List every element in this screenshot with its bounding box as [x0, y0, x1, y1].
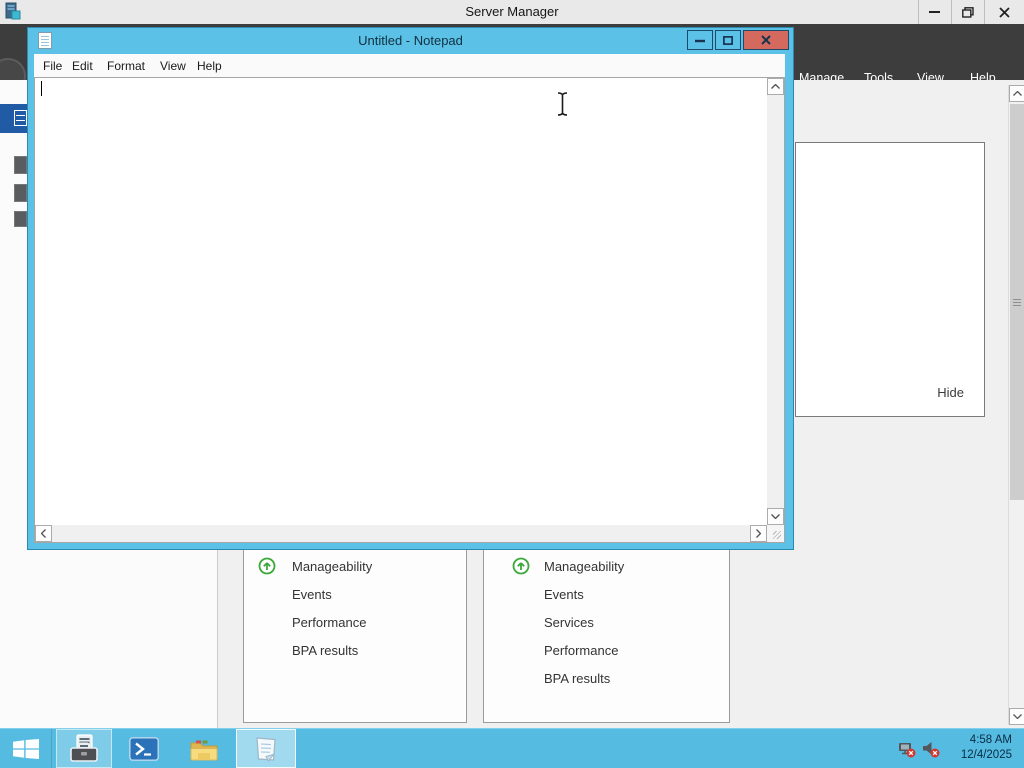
powershell-icon [129, 736, 159, 761]
scrollbar-thumb[interactable] [1010, 104, 1024, 500]
desktop: Server Manager Manage Tools View Help Ma… [0, 0, 1024, 768]
hide-link[interactable]: Hide [937, 385, 964, 400]
resize-grip[interactable] [767, 525, 784, 542]
tile1-row-manageability[interactable]: Manageability [292, 557, 372, 575]
scroll-right-icon[interactable] [750, 525, 767, 542]
notepad-vertical-scrollbar[interactable] [767, 78, 784, 525]
notepad-menu-help[interactable]: Help [197, 59, 222, 73]
notification-flyout: Hide [795, 142, 985, 417]
scroll-up-icon[interactable] [1009, 85, 1024, 102]
notepad-menu-file[interactable]: File [43, 59, 62, 73]
tile1-row-bpa-results[interactable]: BPA results [292, 641, 358, 659]
tile2-row-bpa-results[interactable]: BPA results [544, 669, 610, 687]
tray-clock[interactable]: 4:58 AM 12/4/2025 [932, 733, 1012, 763]
notepad-window-title: Untitled - Notepad [358, 33, 463, 48]
server-manager-titlebar: Server Manager [0, 0, 1024, 24]
taskbar-powershell-button[interactable] [116, 729, 172, 768]
taskbar: 4:58 AM 12/4/2025 [0, 728, 1024, 768]
notepad-window: Untitled - Notepad File Edit Format View… [28, 28, 793, 549]
notepad-close-button[interactable] [743, 30, 789, 50]
scroll-down-icon[interactable] [767, 508, 784, 525]
notepad-client-area: File Edit Format View Help [34, 54, 785, 543]
taskbar-server-manager-button[interactable] [56, 729, 112, 768]
taskbar-file-explorer-button[interactable] [176, 729, 232, 768]
sidebar-item-file-storage[interactable] [14, 211, 27, 227]
notepad-maximize-button[interactable] [715, 30, 741, 50]
tile2-row-services[interactable]: Services [544, 613, 594, 631]
tile2-row-performance[interactable]: Performance [544, 641, 618, 659]
tile2-row-events[interactable]: Events [544, 585, 584, 603]
notepad-menubar: File Edit Format View Help [34, 54, 785, 77]
file-explorer-icon [190, 740, 218, 760]
scroll-left-icon[interactable] [35, 525, 52, 542]
server-manager-window-title: Server Manager [465, 4, 559, 19]
windows-logo-icon [12, 738, 39, 759]
server-manager-app-icon [3, 2, 22, 22]
sm-close-button[interactable] [984, 0, 1024, 24]
ibeam-cursor [556, 92, 569, 116]
notepad-menu-view[interactable]: View [160, 59, 186, 73]
notepad-menu-format[interactable]: Format [107, 59, 145, 73]
tile1-row-events[interactable]: Events [292, 585, 332, 603]
sidebar-item-local-server[interactable] [14, 156, 27, 174]
sm-minimize-button[interactable] [918, 0, 950, 24]
notepad-minimize-button[interactable] [687, 30, 713, 50]
scroll-up-icon[interactable] [767, 78, 784, 95]
start-button[interactable] [0, 729, 52, 768]
content-vertical-scrollbar[interactable] [1008, 85, 1024, 725]
tray-time: 4:58 AM [969, 734, 1012, 746]
notepad-horizontal-scrollbar[interactable] [35, 525, 767, 542]
notepad-editor [34, 77, 785, 543]
tray-date: 12/4/2025 [960, 749, 1012, 761]
scroll-down-icon[interactable] [1009, 708, 1024, 725]
notepad-menu-edit[interactable]: Edit [72, 59, 93, 73]
text-caret [41, 81, 42, 96]
network-status-icon[interactable] [898, 740, 916, 758]
sidebar-item-all-servers[interactable] [14, 184, 27, 202]
tile2-row-manageability[interactable]: Manageability [544, 557, 624, 575]
notepad-text-area[interactable] [35, 78, 767, 525]
status-up-arrow-icon [258, 557, 276, 575]
tile1-row-performance[interactable]: Performance [292, 613, 366, 631]
taskbar-notepad-button[interactable] [236, 729, 296, 768]
dashboard-icon [14, 110, 27, 126]
sm-restore-button[interactable] [951, 0, 983, 24]
notepad-icon [256, 736, 276, 762]
status-up-arrow-icon [512, 557, 530, 575]
server-manager-icon [70, 733, 98, 762]
notepad-titlebar[interactable]: Untitled - Notepad [28, 28, 793, 54]
